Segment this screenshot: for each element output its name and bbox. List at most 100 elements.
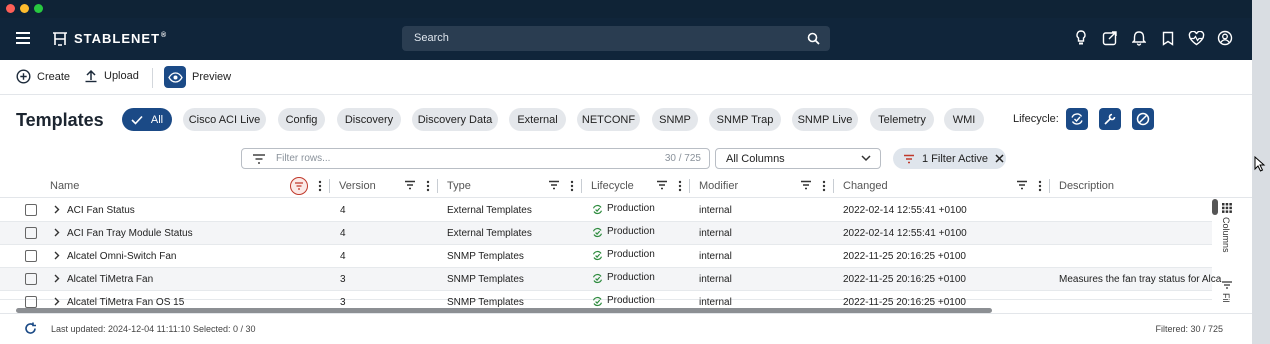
- bell-icon[interactable]: [1130, 29, 1148, 47]
- table-row[interactable]: ACI Fan Status 4 External Templates Product…: [0, 199, 1212, 222]
- column-divider[interactable]: [329, 179, 330, 193]
- cell-version: 4: [340, 205, 346, 216]
- column-header-type[interactable]: Type: [447, 180, 471, 192]
- refresh-icon[interactable]: [24, 322, 37, 335]
- column-header-name[interactable]: Name: [50, 180, 79, 192]
- row-checkbox[interactable]: [25, 227, 37, 239]
- version-filter-icon[interactable]: [404, 180, 416, 193]
- cell-name: ACI Fan Status: [67, 205, 135, 216]
- heart-pulse-icon[interactable]: [1187, 29, 1205, 47]
- lightbulb-icon[interactable]: [1072, 29, 1090, 47]
- close-window-button[interactable]: [6, 4, 15, 13]
- preview-label: Preview: [192, 71, 232, 83]
- filters-tab[interactable]: Fil: [1221, 293, 1231, 303]
- column-divider[interactable]: [833, 179, 834, 193]
- column-divider[interactable]: [437, 179, 438, 193]
- columns-tab[interactable]: Columns: [1221, 217, 1231, 253]
- row-checkbox[interactable]: [25, 296, 37, 308]
- type-column-menu-icon[interactable]: [570, 180, 574, 195]
- filter-rows-input[interactable]: Filter rows... 30 / 725: [241, 148, 710, 169]
- chip-external[interactable]: External: [509, 108, 566, 131]
- search-input[interactable]: Search: [402, 26, 830, 51]
- cell-lifecycle: Production: [607, 226, 655, 237]
- search-placeholder: Search: [414, 32, 449, 44]
- lifecycle-deprecated-toggle[interactable]: [1132, 108, 1154, 130]
- chip-netconf[interactable]: NETCONF: [577, 108, 640, 131]
- table-row[interactable]: ACI Fan Tray Module Status 4 External Temp…: [0, 222, 1212, 245]
- cell-changed: 2022-11-25 20:16:25 +0100: [843, 274, 966, 285]
- create-button[interactable]: Create: [16, 69, 70, 84]
- logo-text: STABLENET: [74, 31, 161, 46]
- logo-mark-icon: [53, 31, 67, 46]
- search-icon[interactable]: [807, 32, 820, 45]
- column-header-lifecycle[interactable]: Lifecycle: [591, 180, 634, 192]
- chip-label: SNMP Trap: [716, 113, 774, 126]
- lifecycle-production-toggle[interactable]: [1066, 108, 1088, 130]
- chevron-right-icon[interactable]: [54, 228, 60, 237]
- table-row[interactable]: Alcatel Omni-Switch Fan 4 SNMP Templates Pr…: [0, 245, 1212, 268]
- cell-modifier: internal: [699, 274, 732, 285]
- cell-modifier: internal: [699, 228, 732, 239]
- lifecycle-development-toggle[interactable]: [1099, 108, 1121, 130]
- chevron-right-icon[interactable]: [54, 251, 60, 260]
- changed-column-menu-icon[interactable]: [1038, 180, 1042, 195]
- chevron-right-icon[interactable]: [54, 205, 60, 214]
- table-row[interactable]: Alcatel TiMetra Fan OS 15 3 SNMP Templates…: [0, 291, 1212, 308]
- version-column-menu-icon[interactable]: [426, 180, 430, 195]
- close-icon[interactable]: [995, 154, 1004, 163]
- row-checkbox[interactable]: [25, 250, 37, 262]
- chip-telemetry[interactable]: Telemetry: [870, 108, 934, 131]
- chip-discovery-data[interactable]: Discovery Data: [412, 108, 498, 131]
- modifier-column-menu-icon[interactable]: [822, 180, 826, 195]
- column-header-description[interactable]: Description: [1059, 180, 1114, 192]
- chip-snmp-live[interactable]: SNMP Live: [792, 108, 858, 131]
- lifecycle-column-menu-icon[interactable]: [678, 180, 682, 195]
- active-filter-chip[interactable]: 1 Filter Active: [893, 148, 1006, 169]
- columns-select-value: All Columns: [726, 153, 785, 165]
- column-divider[interactable]: [689, 179, 690, 193]
- column-divider[interactable]: [581, 179, 582, 193]
- chip-wmi[interactable]: WMI: [944, 108, 984, 131]
- columns-select[interactable]: All Columns: [715, 148, 881, 169]
- chip-label: External: [517, 113, 558, 126]
- chevron-right-icon[interactable]: [54, 274, 60, 283]
- zoom-window-button[interactable]: [34, 4, 43, 13]
- table-row[interactable]: Alcatel TiMetra Fan 3 SNMP Templates Produc…: [0, 268, 1221, 291]
- chip-snmp-trap[interactable]: SNMP Trap: [709, 108, 781, 131]
- column-header-version[interactable]: Version: [339, 180, 376, 192]
- column-header-changed[interactable]: Changed: [843, 180, 888, 192]
- cell-lifecycle: Production: [607, 295, 655, 306]
- user-icon[interactable]: [1216, 29, 1234, 47]
- bookmark-icon[interactable]: [1159, 29, 1177, 47]
- name-column-menu-icon[interactable]: [318, 180, 322, 195]
- type-filter-icon[interactable]: [548, 180, 560, 193]
- share-icon[interactable]: [1101, 29, 1119, 47]
- changed-filter-icon[interactable]: [1016, 180, 1028, 193]
- chevron-right-icon[interactable]: [54, 297, 60, 306]
- columns-grid-icon[interactable]: [1222, 203, 1232, 213]
- app-header: STABLENET ® Search: [0, 18, 1252, 60]
- app-window: STABLENET ® Search Create Upload Preview…: [0, 0, 1252, 344]
- chip-all[interactable]: All: [122, 108, 172, 131]
- chip-snmp[interactable]: SNMP: [652, 108, 698, 131]
- side-panel: Columns Fil: [1218, 199, 1252, 311]
- upload-button[interactable]: Upload: [84, 69, 139, 83]
- chip-config[interactable]: Config: [278, 108, 325, 131]
- menu-icon[interactable]: [14, 29, 32, 47]
- lifecycle-filter-icon[interactable]: [656, 180, 668, 193]
- minimize-window-button[interactable]: [20, 4, 29, 13]
- preview-toggle[interactable]: Preview: [164, 66, 231, 88]
- name-filter-active-icon[interactable]: [290, 177, 308, 195]
- filter-lines-icon[interactable]: [1222, 281, 1232, 289]
- stablenet-logo[interactable]: STABLENET ®: [52, 31, 167, 46]
- production-cycle-icon: [592, 273, 603, 284]
- column-divider[interactable]: [1049, 179, 1050, 193]
- modifier-filter-icon[interactable]: [800, 180, 812, 193]
- chip-discovery[interactable]: Discovery: [337, 108, 401, 131]
- chip-label: NETCONF: [581, 113, 636, 126]
- toolbar: Create Upload Preview: [0, 60, 1252, 95]
- row-checkbox[interactable]: [25, 273, 37, 285]
- row-checkbox[interactable]: [25, 204, 37, 216]
- chip-cisco-aci-live[interactable]: Cisco ACI Live: [183, 108, 266, 131]
- column-header-modifier[interactable]: Modifier: [699, 180, 738, 192]
